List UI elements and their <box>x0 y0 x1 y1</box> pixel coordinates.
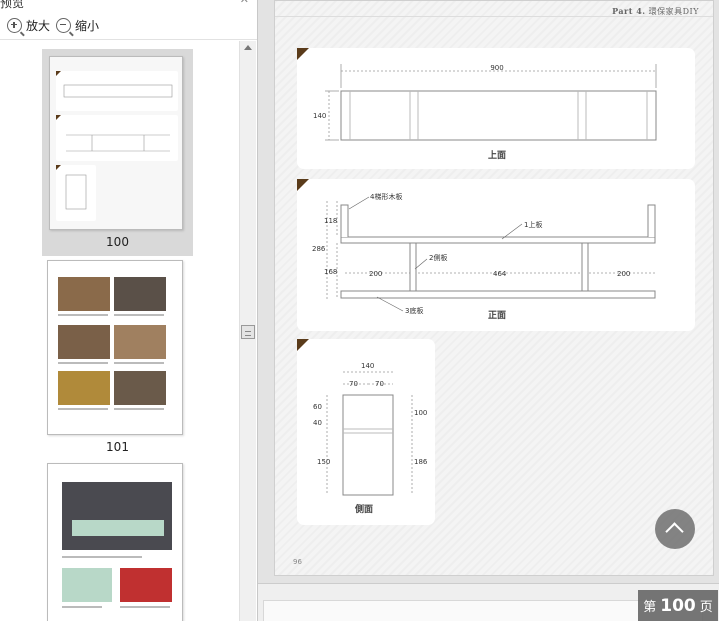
dim-70-right: 70 <box>375 380 384 388</box>
dim-70-left: 70 <box>349 380 358 388</box>
thumbnail-label: 101 <box>106 440 129 454</box>
label-side-board: 2側板 <box>429 253 447 262</box>
header-title: 環保家具DIY <box>648 7 699 16</box>
panel-title: 预览 <box>0 0 25 10</box>
dim-40: 40 <box>313 419 322 427</box>
page-number: 96 <box>293 558 302 566</box>
figure-caption: 正面 <box>488 310 506 321</box>
figure-side-view: 140 70 70 60 40 150 100 186 側面 <box>297 339 435 525</box>
scrollbar-thumb[interactable] <box>241 325 255 339</box>
thumbnail-page-image <box>49 56 183 230</box>
dim-186: 186 <box>414 458 428 466</box>
thumbnail-item[interactable]: 100 <box>42 49 193 256</box>
dim-168: 168 <box>324 268 337 276</box>
thumbnail-toolbar: 放大 缩小 <box>0 10 257 40</box>
dim-height-label: 140 <box>313 112 326 120</box>
figure-caption: 側面 <box>354 503 373 515</box>
dim-118: 118 <box>324 217 337 225</box>
page-indicator-badge: 第 100 页 <box>638 590 718 621</box>
dim-mid-464: 464 <box>493 270 507 278</box>
page-indicator-prefix: 第 <box>643 600 657 615</box>
header-part: Part 4. <box>612 6 646 16</box>
back-to-top-button[interactable] <box>655 509 695 549</box>
document-viewer[interactable]: Part 4. 環保家具DIY 900 140 上面 4梯形木板 1上板 2側板… <box>258 0 719 621</box>
figure-front-view: 4梯形木板 1上板 2側板 3底板 118 286 168 200 464 20… <box>297 179 695 331</box>
label-bottom-board: 3底板 <box>405 306 423 315</box>
thumbnail-page-image <box>47 463 183 621</box>
zoom-out-button[interactable]: 缩小 <box>56 15 99 35</box>
dim-150: 150 <box>317 458 330 466</box>
dim-100: 100 <box>414 409 427 417</box>
thumbnail-panel: 预览 ✕ 放大 缩小 <box>0 0 258 621</box>
zoom-out-icon <box>56 17 71 33</box>
dim-left-200: 200 <box>369 270 382 278</box>
dim-140: 140 <box>361 362 374 370</box>
dim-286: 286 <box>312 245 326 253</box>
zoom-in-button[interactable]: 放大 <box>7 15 50 35</box>
dim-right-200: 200 <box>617 270 630 278</box>
thumbnail-scrollbar[interactable] <box>239 41 256 621</box>
thumbnail-item[interactable] <box>42 459 193 621</box>
thumbnail-label: 100 <box>106 235 129 249</box>
figure-top-view: 900 140 上面 <box>297 48 695 169</box>
close-icon[interactable]: ✕ <box>240 0 249 6</box>
thumbnail-page-image <box>47 260 183 435</box>
figure-caption: 上面 <box>488 149 506 161</box>
label-top-board: 1上板 <box>524 220 542 229</box>
zoom-in-label: 放大 <box>26 18 51 33</box>
dim-width-label: 900 <box>490 64 503 72</box>
zoom-in-icon <box>7 17 22 33</box>
thumbnail-item[interactable]: 101 <box>42 256 193 461</box>
scroll-up-arrow-icon[interactable] <box>244 45 252 50</box>
label-trapezoid-board: 4梯形木板 <box>370 192 402 201</box>
page-indicator-number: 100 <box>660 595 696 616</box>
page-indicator-suffix: 页 <box>699 600 713 615</box>
dim-60: 60 <box>313 403 322 411</box>
next-page-sheet <box>263 600 703 621</box>
document-page: Part 4. 環保家具DIY 900 140 上面 4梯形木板 1上板 2側板… <box>274 0 714 576</box>
thumbnail-list: 100 101 <box>0 41 239 621</box>
zoom-out-label: 缩小 <box>75 18 100 33</box>
